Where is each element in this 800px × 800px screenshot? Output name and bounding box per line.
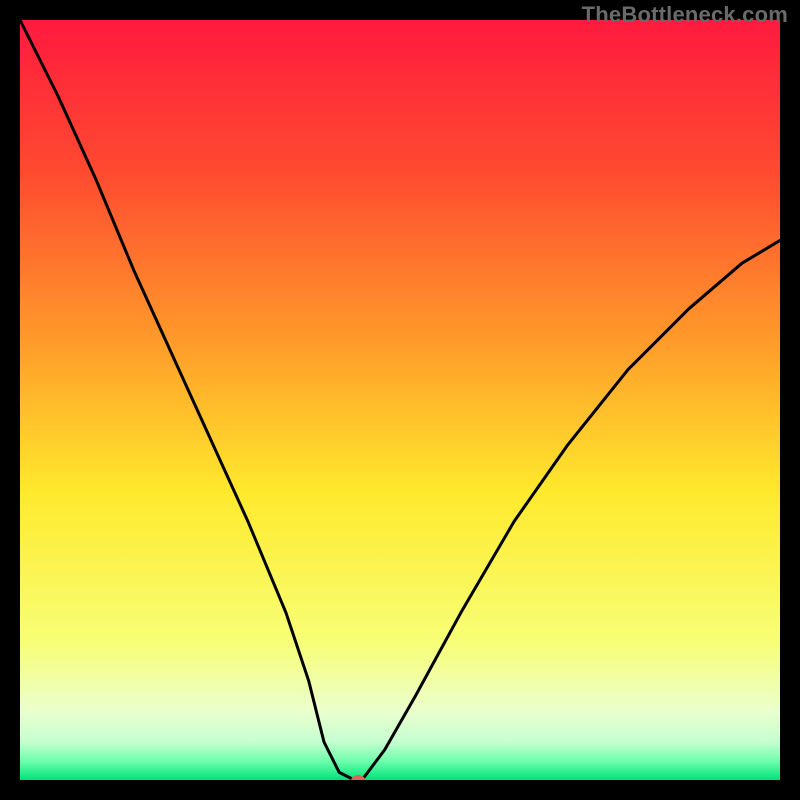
- background-rect: [20, 20, 780, 780]
- chart-frame: TheBottleneck.com: [0, 0, 800, 800]
- plot-area: [20, 20, 780, 780]
- watermark-text: TheBottleneck.com: [582, 2, 788, 28]
- chart-svg: [20, 20, 780, 780]
